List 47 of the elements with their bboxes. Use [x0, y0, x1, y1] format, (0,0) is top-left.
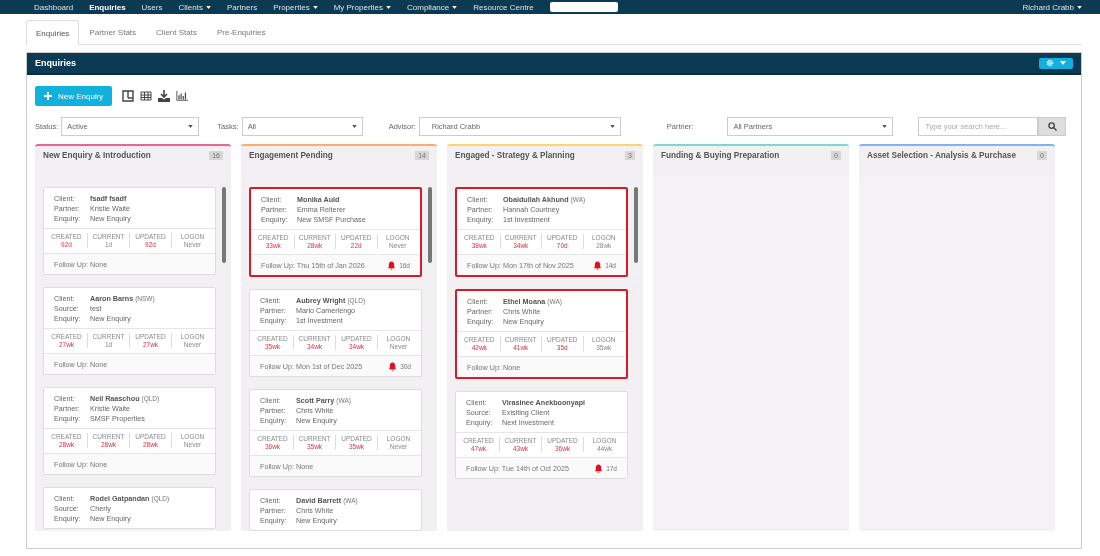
column-title: New Enquiry & Introduction [43, 151, 151, 160]
nav-link[interactable]: Compliance [407, 2, 458, 12]
bell-icon [388, 361, 398, 371]
nav-link[interactable]: Clients [178, 2, 211, 12]
search-field[interactable] [549, 2, 618, 12]
bell-icon [387, 260, 397, 270]
nav-link[interactable]: Partners [226, 2, 258, 12]
tab[interactable]: Enquiries [26, 20, 80, 45]
bar-chart-icon[interactable] [176, 90, 189, 102]
tab[interactable]: Partner Stats [79, 20, 147, 44]
plus-icon [44, 92, 52, 100]
caret-icon [1060, 61, 1066, 65]
nav-link[interactable]: My Properties [333, 2, 391, 12]
caret-icon [188, 124, 194, 128]
panel-title: Enquiries [35, 58, 76, 68]
nav-link[interactable]: Enquiries [89, 2, 126, 12]
settings-button[interactable] [1039, 57, 1073, 69]
tab[interactable]: Client Stats [146, 20, 207, 44]
table-icon[interactable] [140, 90, 153, 102]
nav-link[interactable]: Users [141, 2, 163, 12]
caret-icon [312, 5, 318, 9]
column-title: Engagement Pending [249, 151, 333, 160]
tab[interactable]: Pre-Enquiries [206, 20, 276, 44]
caret-icon [1077, 5, 1082, 9]
caret-icon [452, 5, 458, 9]
column-title: Funding & Buying Preparation [661, 151, 780, 160]
scrollbar[interactable] [222, 187, 226, 263]
scrollbar[interactable] [634, 187, 638, 263]
caret-icon [351, 124, 357, 128]
caret-icon [882, 124, 888, 128]
column-title: Engaged - Strategy & Planning [455, 151, 575, 160]
bell-icon [594, 463, 604, 473]
search-icon [1047, 121, 1057, 131]
download-icon[interactable] [158, 90, 171, 102]
scrollbar[interactable] [428, 187, 432, 263]
caret-icon [609, 124, 615, 128]
settings-icon [1046, 59, 1054, 67]
nav-link[interactable]: Resource Centre [473, 2, 534, 12]
bell-icon [593, 260, 603, 270]
board-view-icon[interactable] [122, 90, 135, 102]
search-button[interactable] [1038, 116, 1067, 136]
caret-icon [386, 5, 391, 9]
column-title: Asset Selection - Analysis & Purchase [867, 151, 1016, 160]
nav-link[interactable]: Properties [273, 2, 318, 12]
nav-link[interactable]: Dashboard [34, 2, 74, 12]
caret-icon [205, 5, 211, 9]
user-menu[interactable]: Richard Crabb [1022, 2, 1082, 12]
